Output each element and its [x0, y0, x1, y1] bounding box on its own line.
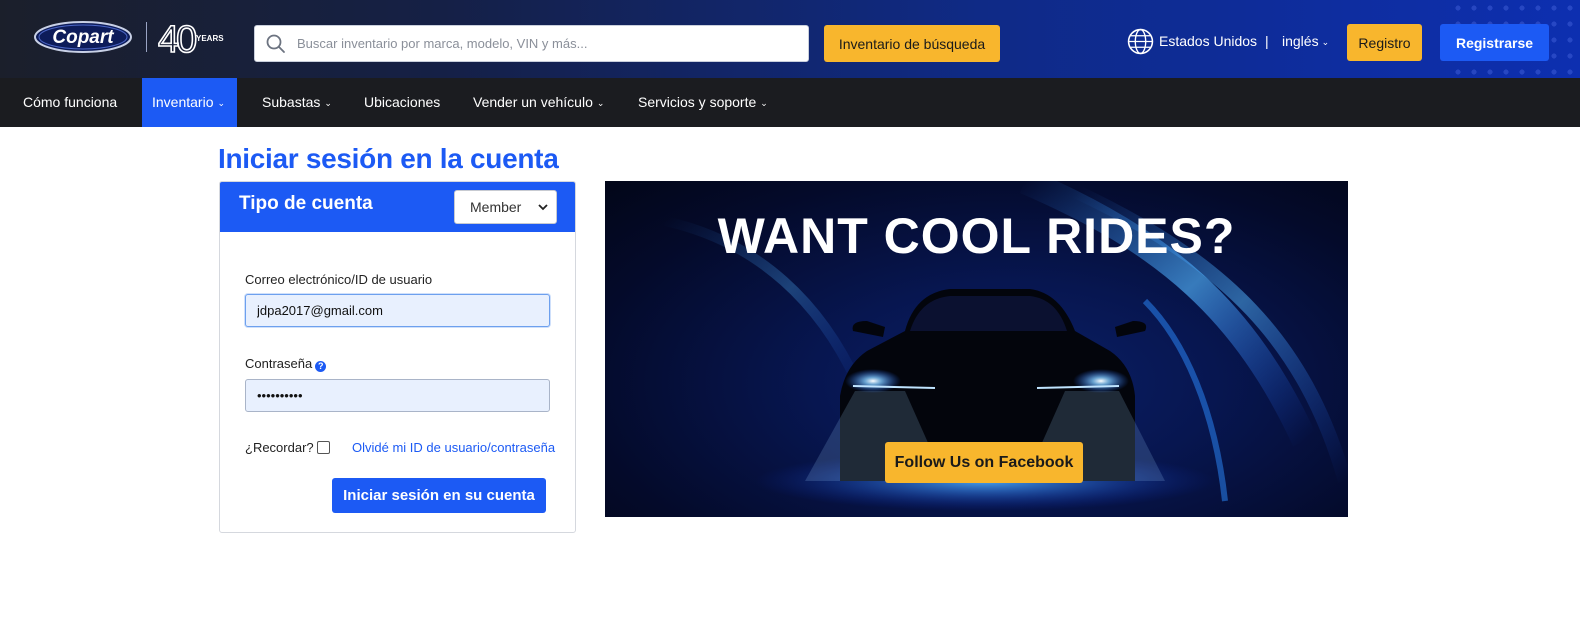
- login-button[interactable]: Registro: [1347, 24, 1422, 61]
- search-icon: [266, 34, 285, 53]
- follow-facebook-button[interactable]: Follow Us on Facebook: [885, 442, 1083, 483]
- account-type-value: Member: [470, 199, 522, 215]
- nav-item-label: Vender un vehículo: [473, 94, 593, 110]
- globe-icon[interactable]: [1127, 28, 1154, 55]
- nav-item-label: Inventario: [152, 94, 214, 110]
- password-label-text: Contraseña: [245, 356, 313, 371]
- page-title: Iniciar sesión en la cuenta: [218, 143, 559, 174]
- search-input[interactable]: [297, 36, 797, 51]
- chevron-down-icon: [538, 204, 548, 211]
- email-field[interactable]: [245, 294, 550, 327]
- email-label: Correo electrónico/ID de usuario: [245, 272, 433, 287]
- copart-logo[interactable]: Copart: [33, 18, 133, 56]
- nav-item-inventario[interactable]: Inventario ⌄: [142, 78, 237, 127]
- svg-text:40: 40: [158, 19, 196, 60]
- nav-item-como-funciona[interactable]: Cómo funciona: [23, 78, 117, 127]
- banner-headline: WANT COOL RIDES?: [717, 208, 1236, 264]
- account-type-select[interactable]: Member: [454, 190, 557, 224]
- header-divider: |: [1265, 33, 1269, 49]
- remember-label: ¿Recordar?: [245, 440, 314, 455]
- language-selector[interactable]: inglés ⌄: [1282, 33, 1329, 49]
- svg-text:Copart: Copart: [52, 27, 114, 48]
- search-inventory-button[interactable]: Inventario de búsqueda: [824, 25, 1000, 62]
- help-icon[interactable]: ?: [315, 361, 327, 372]
- search-bar[interactable]: [254, 25, 809, 62]
- password-label: Contraseña?: [245, 356, 327, 372]
- nav-item-subastas[interactable]: Subastas ⌄: [262, 78, 332, 127]
- main-nav: Cómo funciona Inventario ⌄ Subastas ⌄ Ubic…: [0, 78, 1580, 127]
- remember-me: ¿Recordar?: [245, 440, 330, 455]
- nav-item-ubicaciones[interactable]: Ubicaciones: [364, 78, 440, 127]
- remember-checkbox[interactable]: [316, 441, 330, 454]
- nav-item-label: Ubicaciones: [364, 94, 441, 110]
- forgot-credentials-link[interactable]: Olvidé mi ID de usuario/contraseña: [352, 440, 555, 455]
- promo-banner: WANT COOL RIDES? Follow Us on Facebook: [605, 181, 1348, 517]
- nav-item-label: Servicios y soporte: [638, 94, 757, 110]
- nav-item-label: Subastas: [262, 94, 321, 110]
- panel-header: Tipo de cuenta Member: [220, 182, 575, 232]
- country-selector[interactable]: Estados Unidos: [1159, 33, 1257, 49]
- forty-years-badge: 40 YEARS: [158, 18, 224, 60]
- nav-item-vender[interactable]: Vender un vehículo ⌄: [473, 78, 604, 127]
- account-type-heading: Tipo de cuenta: [239, 193, 373, 214]
- chevron-down-icon: ⌄: [1321, 37, 1330, 47]
- register-button[interactable]: Registrarse: [1440, 24, 1549, 61]
- login-panel: Tipo de cuenta Member Correo electrónico…: [219, 181, 576, 533]
- top-header: Copart 40 YEARS Inventario de búsqueda E…: [0, 0, 1580, 78]
- svg-text:YEARS: YEARS: [196, 34, 224, 43]
- nav-item-servicios[interactable]: Servicios y soporte ⌄: [638, 78, 768, 127]
- chevron-down-icon: ⌄: [760, 98, 768, 108]
- logo-separator: [146, 22, 147, 52]
- language-label: inglés: [1282, 33, 1319, 49]
- sign-in-button[interactable]: Iniciar sesión en su cuenta: [332, 478, 546, 513]
- nav-item-label: Cómo funciona: [23, 94, 118, 110]
- chevron-down-icon: ⌄: [217, 98, 226, 108]
- password-field[interactable]: [245, 379, 550, 412]
- chevron-down-icon: ⌄: [596, 98, 605, 108]
- chevron-down-icon: ⌄: [324, 98, 332, 108]
